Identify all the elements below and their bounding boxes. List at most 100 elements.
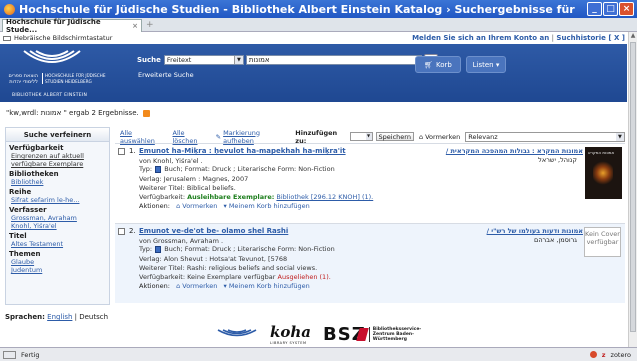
record-type-line: Typ: Buch; Format: Druck ; Literarische … [139, 165, 335, 173]
add-to-cart-link[interactable]: ▾ Meinem Korb hinzufügen [223, 202, 309, 210]
record-checkbox[interactable] [118, 148, 125, 155]
record-hebrew-title-link[interactable]: אמונות המקרא : גבולות המהפכה המקראית / [446, 147, 583, 155]
login-link[interactable]: Melden Sie sich an Ihrem Konto an [412, 34, 549, 42]
facet-item[interactable]: Eingrenzen auf aktuell verfügbare Exempl… [9, 152, 106, 168]
reserve-button[interactable]: Vormerken [425, 133, 460, 141]
scroll-up-icon[interactable]: ▲ [629, 32, 637, 41]
logo-german-text: HOCHSCHULE FÜR JÜDISCHE STUDIEN HEIDELBE… [42, 73, 106, 84]
facet-item-label: Eingrenzen auf aktuell verfügbare Exempl… [11, 152, 84, 168]
zotero-icon[interactable]: z [602, 351, 606, 359]
close-icon[interactable]: × [619, 2, 634, 16]
add-to-cart-label: Meinem Korb hinzufügen [228, 282, 310, 290]
facet-item[interactable]: Knohl, Yiśra'el [9, 222, 106, 230]
tab-bar: Hochschule für Jüdische Stude... × + [0, 18, 637, 34]
page-scrollbar[interactable]: ▲ [628, 32, 637, 347]
record-author: von Grossman, Avraham . [139, 237, 224, 245]
chevron-down-icon: ▼ [233, 55, 243, 64]
record-title-link[interactable]: Emunot ve-de'ot be- olamo shel Rashi [139, 227, 288, 235]
zotero-label[interactable]: zotero [611, 351, 631, 359]
logo-hebrew-text: הוצאת ספרים ללימודי יהדות [8, 73, 38, 85]
availability-location-link[interactable]: Bibliothek [296.12 KNOH] (1). [276, 193, 373, 201]
advanced-search-link[interactable]: Erweiterte Suche [138, 71, 194, 79]
reserve-action-link[interactable]: ⌂ Vormerken [176, 202, 217, 210]
cover-artwork [593, 161, 613, 185]
login-bar: Melden Sie sich an Ihrem Konto an | Such… [412, 34, 625, 42]
separator: | [551, 34, 554, 42]
bsz-logo[interactable]: BSZ Bibliotheksservice-Zentrum Baden-Wür… [323, 324, 429, 345]
window-titlebar: Hochschule für Jüdische Studien - Biblio… [0, 0, 637, 18]
chevron-down-icon: ▼ [365, 133, 372, 140]
search-input[interactable]: אמונות [245, 54, 422, 65]
sort-value: Relevanz [468, 132, 498, 141]
facet-libraries: Bibliotheken Bibliothek [6, 170, 109, 186]
koha-subtitle: LIBRARY SYSTEM [270, 341, 307, 345]
record-title-link[interactable]: Emunot ha-Miḳra : ḥevulot ha-mapekhah ha… [139, 147, 346, 155]
facet-item[interactable]: Glaube [9, 258, 106, 266]
new-tab-icon[interactable]: + [146, 20, 154, 30]
record-number: 2. [129, 227, 136, 235]
statusbar-menu-icon[interactable] [3, 350, 16, 359]
record-hebrew-author: קנוהל, ישראל [538, 156, 577, 164]
availability-label: Verfügbarkeit: [139, 193, 186, 201]
addon-icon[interactable] [589, 351, 597, 358]
chevron-down-icon: ▼ [615, 132, 624, 141]
tab-close-icon[interactable]: × [132, 22, 138, 30]
record-hebrew-title-link[interactable]: אמונות ודעות בעולמו של רש"י / [487, 227, 583, 235]
facet-series: Reihe Sifrat sefarim le-he... [6, 188, 109, 204]
facet-title: Themen [9, 250, 41, 258]
language-bar: Sprachen: English | Deutsch [5, 313, 108, 321]
keyboard-link[interactable]: Hebräische Bildschirmtastatur [14, 34, 112, 42]
facet-item[interactable]: Grossman, Avraham [9, 214, 106, 222]
library-logo[interactable]: הוצאת ספרים ללימודי יהדות HOCHSCHULE FÜR… [6, 47, 106, 100]
actions-label: Aktionen: [139, 282, 170, 290]
results-toolbar: Alle auswählen Alle löschen ✎ Markierung… [120, 129, 625, 145]
sort-select[interactable]: Relevanz ▼ [465, 131, 625, 142]
save-button[interactable]: Speichern [375, 132, 414, 141]
type-value: Buch; Format: Druck ; Literarische Form:… [164, 245, 335, 253]
facet-item[interactable]: Bibliothek [9, 178, 106, 186]
language-label: Sprachen: [5, 313, 45, 321]
scroll-thumb[interactable] [630, 42, 636, 332]
reserve-icon: ⌂ [418, 132, 424, 141]
site-header: הוצאת ספרים ללימודי יהדות HOCHSCHULE FÜR… [0, 44, 627, 102]
status-text: Fertig [21, 350, 40, 359]
add-to-cart-link[interactable]: ▾ Meinem Korb hinzufügen [223, 282, 309, 290]
record-actions: Aktionen: ⌂ Vormerken ▾ Meinem Korb hinz… [139, 202, 310, 210]
record-type-line: Typ: Buch; Format: Druck ; Literarische … [139, 245, 335, 253]
facet-item[interactable]: Altes Testament [9, 240, 106, 248]
search-label: Suche [137, 55, 161, 64]
record-checkbox[interactable] [118, 228, 125, 235]
cart-icon: 🛒︎ [424, 60, 434, 69]
tab-catalog[interactable]: Hochschule für Jüdische Stude... × [2, 18, 142, 34]
lists-button[interactable]: Listen ▾ [466, 56, 506, 73]
search-query-value: אמונות [248, 55, 270, 64]
facet-topics: Themen Glaube Judentum [6, 250, 109, 274]
facet-item[interactable]: Sifrat sefarim le-he... [9, 196, 106, 204]
language-english-link[interactable]: English [47, 313, 72, 321]
facet-title: Bibliotheken [9, 170, 59, 178]
no-cover-placeholder: Kein Cover verfügbar [584, 227, 621, 257]
cart-button[interactable]: 🛒︎ Korb [415, 56, 461, 73]
koha-logo[interactable]: koha LIBRARY SYSTEM [270, 323, 311, 345]
record-availability: Verfügbarkeit: Ausleihbare Exemplare: Bi… [139, 193, 373, 201]
book-cover-image[interactable]: אמונות המקרא [585, 147, 622, 199]
rss-icon[interactable] [142, 109, 150, 117]
language-deutsch: | Deutsch [74, 313, 109, 321]
unmark-icon: ✎ [215, 132, 222, 141]
search-history-link[interactable]: Suchhistorie [ X ] [556, 34, 625, 42]
facet-title: Verfügbarkeit [9, 144, 64, 152]
minimize-icon[interactable]: _ [587, 2, 602, 16]
reserve-action-link[interactable]: ⌂ Vormerken [176, 282, 217, 290]
record-number: 1. [129, 147, 136, 155]
search-type-select[interactable]: Freitext ▼ [163, 54, 244, 65]
maximize-icon[interactable]: □ [603, 2, 618, 16]
add-to-cart-label: Meinem Korb hinzufügen [228, 202, 310, 210]
record-availability: Verfügbarkeit: Keine Exemplare verfügbar… [139, 273, 331, 281]
reserve-action-label: Vormerken [182, 282, 218, 290]
library-waves-logo-icon[interactable] [216, 327, 258, 341]
window-controls: _ □ × [587, 2, 634, 16]
book-icon [155, 245, 162, 253]
status-icons: z zotero [589, 351, 631, 359]
add-to-select[interactable]: ▼ [349, 132, 373, 141]
facet-item[interactable]: Judentum [9, 266, 106, 274]
